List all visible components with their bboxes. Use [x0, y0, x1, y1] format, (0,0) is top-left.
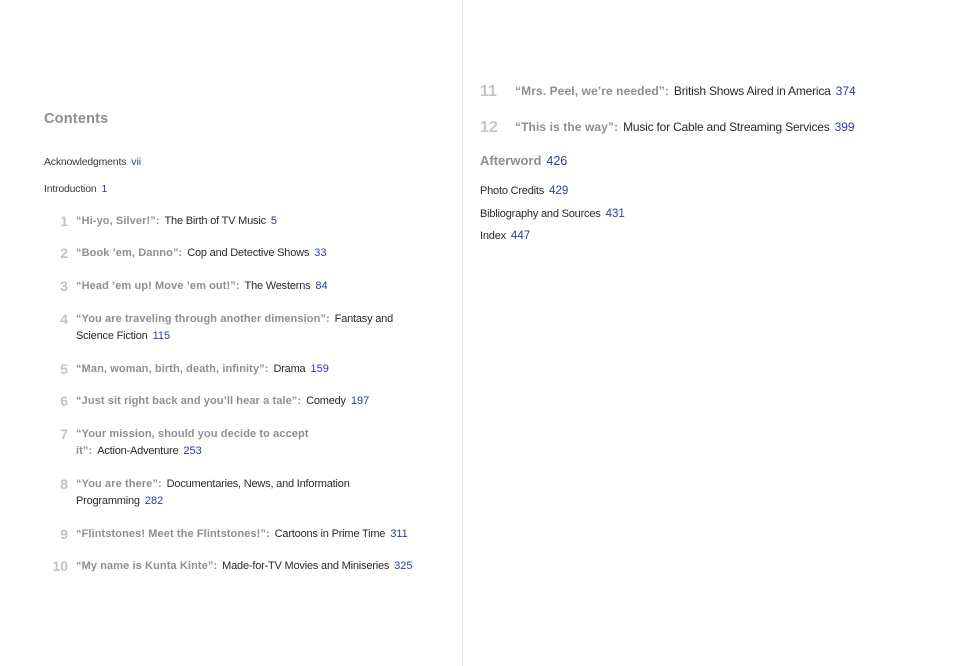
chapter-subtitle-continued: Science Fiction	[76, 330, 148, 342]
chapter-quote-continued: it”	[76, 445, 89, 457]
chapter-number: 5	[60, 361, 68, 377]
page-number[interactable]: 426	[546, 154, 567, 168]
chapter-number: 4	[60, 311, 68, 327]
chapter-subtitle: Action-Adventure	[97, 445, 179, 457]
page-number[interactable]: 429	[549, 185, 568, 197]
chapter-number: 3	[60, 278, 68, 294]
chapter-subtitle: Documentaries, News, and Information	[166, 478, 350, 490]
chapter-quote: “Flintstones! Meet the Flintstones!”	[76, 528, 266, 540]
toc-entry-bibliography[interactable]: Bibliography and Sources 431	[480, 208, 625, 220]
chapter-subtitle: British Shows Aired in America	[673, 84, 831, 98]
page-number[interactable]: 282	[145, 495, 163, 507]
chapter-quote: “Man, woman, birth, death, infinity”	[76, 363, 265, 375]
chapter-subtitle-continued: Programming	[76, 495, 140, 507]
toc-entry-acknowledgments[interactable]: Acknowledgments vii	[44, 156, 141, 168]
page-number[interactable]: 447	[511, 230, 530, 242]
chapter-number: 12	[480, 119, 498, 136]
chapter-subtitle: The Birth of TV Music	[164, 215, 267, 227]
chapter-number: 8	[60, 476, 68, 492]
page-number[interactable]: 253	[183, 445, 201, 457]
chapter-quote: “You are traveling through another dimen…	[76, 313, 326, 325]
entry-label: Afterword	[480, 153, 542, 168]
page-number[interactable]: 115	[153, 330, 171, 342]
entry-label: Index	[480, 230, 506, 242]
chapter-subtitle: Made-for-TV Movies and Miniseries	[222, 560, 390, 572]
chapter-subtitle: Drama	[273, 363, 306, 375]
page-number[interactable]: 159	[310, 363, 328, 375]
page-number[interactable]: 374	[836, 84, 856, 98]
entry-label: Bibliography and Sources	[480, 208, 601, 220]
chapter-quote: “Just sit right back and you’ll hear a t…	[76, 395, 298, 407]
page-number[interactable]: 5	[271, 215, 277, 227]
entry-label: Introduction	[44, 183, 97, 195]
toc-entry-introduction[interactable]: Introduction 1	[44, 183, 107, 195]
chapter-subtitle: Cop and Detective Shows	[187, 247, 310, 259]
page-number[interactable]: 33	[314, 247, 326, 259]
page-number[interactable]: 431	[606, 208, 625, 220]
page-number[interactable]: 84	[315, 280, 327, 292]
chapter-quote: “You are there”	[76, 478, 158, 490]
chapter-number: 9	[60, 526, 68, 542]
chapter-quote: “Hi-yo, Silver!”	[76, 215, 156, 227]
chapter-number: 1	[60, 213, 68, 229]
chapter-number: 10	[52, 558, 68, 574]
toc-entry-index[interactable]: Index 447	[480, 230, 530, 242]
chapter-quote: “Your mission, should you decide to acce…	[76, 428, 309, 440]
chapter-quote: “This is the way”	[515, 120, 615, 134]
chapter-number: 11	[480, 83, 497, 100]
chapter-subtitle: Music for Cable and Streaming Services	[623, 120, 830, 134]
chapter-quote: “Mrs. Peel, we’re needed”	[515, 84, 665, 98]
page-number[interactable]: 325	[394, 560, 412, 572]
right-page: 11 “Mrs. Peel, we’re needed”: British Sho…	[480, 83, 856, 242]
contents-heading: Contents	[44, 111, 109, 127]
chapter-quote: “My name is Kunta Kinte”	[76, 560, 214, 572]
left-page: Contents Acknowledgments vii Introduction…	[44, 111, 413, 574]
page-number[interactable]: 1	[101, 183, 107, 195]
chapter-number: 2	[60, 245, 68, 261]
page-number[interactable]: 197	[351, 395, 369, 407]
chapter-quote: “Book ’em, Danno”	[76, 247, 179, 259]
toc-entry-afterword[interactable]: Afterword 426	[480, 153, 567, 168]
entry-label: Photo Credits	[480, 185, 545, 197]
chapter-number: 7	[60, 426, 68, 442]
toc-entry-photo-credits[interactable]: Photo Credits 429	[480, 185, 568, 197]
chapter-subtitle: The Westerns	[244, 280, 311, 292]
chapter-subtitle: Fantasy and	[334, 313, 394, 325]
entry-label: Acknowledgments	[44, 156, 127, 168]
chapter-number: 6	[60, 393, 68, 409]
chapter-quote: “Head ’em up! Move ’em out!”	[76, 280, 236, 292]
page-number[interactable]: vii	[131, 156, 141, 168]
chapter-subtitle: Comedy	[306, 395, 346, 407]
page-number[interactable]: 399	[835, 120, 855, 134]
chapter-subtitle: Cartoons in Prime Time	[274, 528, 386, 540]
page-number[interactable]: 311	[390, 528, 408, 540]
